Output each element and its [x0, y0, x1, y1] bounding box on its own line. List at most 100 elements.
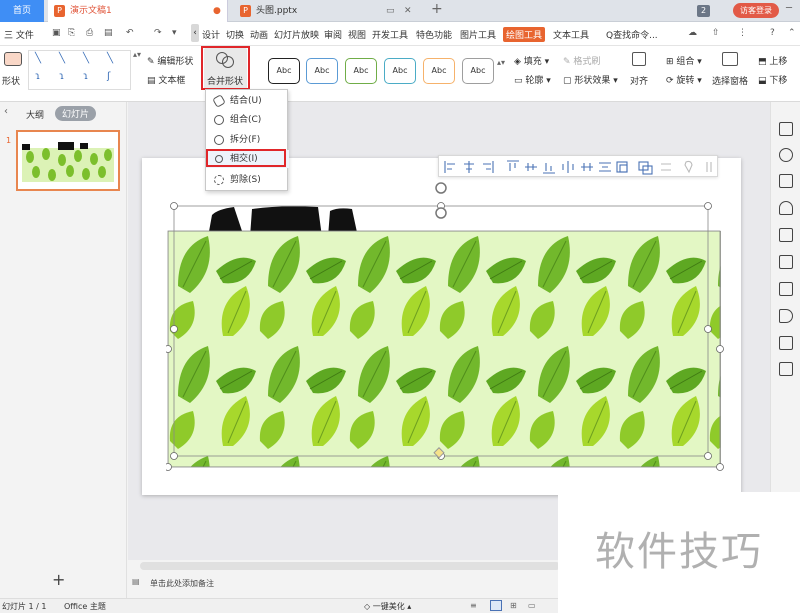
menu-view[interactable]: 视图: [348, 28, 366, 41]
shape-effect-label: 形状效果: [574, 76, 611, 86]
close-icon[interactable]: ✕: [404, 0, 412, 22]
shapes-button[interactable]: 形状: [2, 74, 20, 87]
slide-panel: ‹ 大纲 幻灯片 1 +: [0, 102, 127, 598]
save-icon[interactable]: ▣: [52, 28, 61, 38]
shapes-icon[interactable]: [4, 52, 22, 66]
grid-icon[interactable]: [779, 228, 793, 242]
subtract-icon: [214, 175, 224, 185]
slides-tab[interactable]: 幻灯片: [55, 106, 97, 121]
fragment-label: 拆分(F): [230, 135, 261, 145]
expand-icon[interactable]: ⌃: [788, 28, 796, 38]
align-button[interactable]: 对齐: [630, 74, 648, 87]
window-count-badge[interactable]: 2: [697, 5, 710, 17]
menu-drawing-tools[interactable]: 绘图工具: [503, 27, 546, 42]
align-tool-icons[interactable]: [439, 156, 719, 178]
slide-thumbnail[interactable]: [16, 130, 120, 191]
menu-item-combine[interactable]: 组合(C): [206, 111, 289, 129]
window-close-icon[interactable]: ─: [786, 3, 792, 14]
cloud-icon[interactable]: ☁: [688, 28, 697, 38]
fill-icon[interactable]: [779, 201, 793, 215]
merge-shape-menu: 结合(U) 组合(C) 拆分(F) 相交(I) 剪除(S): [205, 89, 289, 191]
rotate-label: 旋转: [676, 76, 695, 86]
menu-review[interactable]: 审阅: [324, 28, 342, 41]
share-icon[interactable]: ⇧: [712, 28, 720, 38]
properties-icon[interactable]: [779, 122, 793, 136]
horizontal-scrollbar[interactable]: [140, 562, 560, 570]
more-icon[interactable]: ⋮: [738, 28, 747, 38]
chart-icon[interactable]: [779, 336, 793, 350]
rotate-button[interactable]: ⟳ 旋转 ▾: [666, 73, 702, 86]
tab-home[interactable]: 首页: [0, 0, 44, 22]
move-down-button[interactable]: ⬓ 下移: [758, 73, 787, 86]
fill-button[interactable]: ◈ 填充 ▾: [514, 54, 549, 67]
menu-design[interactable]: 设计: [202, 28, 220, 41]
menu-animation[interactable]: 动画: [250, 28, 268, 41]
menu-features[interactable]: 特色功能: [416, 28, 452, 41]
outline-tab[interactable]: 大纲: [26, 108, 44, 121]
selection-pane-icon[interactable]: [722, 52, 738, 66]
guest-login-button[interactable]: 访客登录: [733, 3, 779, 18]
shape-gallery[interactable]: ╲ ╲ ╲ ╲ ɿɿɿʃ: [28, 50, 131, 90]
copy-icon[interactable]: [779, 174, 793, 188]
menu-slideshow[interactable]: 幻灯片放映: [274, 28, 319, 41]
beautify-button[interactable]: ◇ 一键美化 ▴: [364, 601, 411, 612]
tab-pptx[interactable]: P 头图.pptx ▭ ✕: [234, 0, 424, 22]
format-brush-button[interactable]: ✎ 格式刷: [563, 54, 600, 67]
monitor-icon[interactable]: ▭: [386, 0, 395, 22]
menu-item-union[interactable]: 结合(U): [206, 92, 289, 110]
collapse-left-icon[interactable]: ‹: [191, 24, 199, 42]
search-command[interactable]: Q查找命令...: [606, 28, 658, 41]
shape-style-3[interactable]: Abc: [345, 58, 377, 84]
move-up-button[interactable]: ⬒ 上移: [758, 54, 787, 67]
shape-style-5[interactable]: Abc: [423, 58, 455, 84]
highlight-box-intersect: [206, 149, 286, 167]
outline-button[interactable]: ▭ 轮廓 ▾: [514, 73, 551, 86]
notes-toggle-icon[interactable]: ≡: [470, 601, 477, 610]
effects-icon[interactable]: [779, 148, 793, 162]
menu-transition[interactable]: 切换: [226, 28, 244, 41]
audio-icon[interactable]: [779, 309, 793, 323]
align-icon[interactable]: [632, 52, 646, 66]
shape-style-4[interactable]: Abc: [384, 58, 416, 84]
edit-shape-button[interactable]: ✎ 编辑形状: [147, 54, 193, 67]
union-label: 结合(U): [230, 96, 262, 106]
redo-icon[interactable]: ↷: [154, 28, 162, 38]
menu-developer[interactable]: 开发工具: [372, 28, 408, 41]
presentation-file-icon: P: [240, 5, 251, 17]
archive-icon[interactable]: [779, 362, 793, 376]
fragment-icon: [214, 135, 224, 145]
sorter-view-icon[interactable]: ⊞: [510, 601, 517, 610]
tab-document-title: 演示文稿1: [70, 6, 112, 16]
shape-style-1[interactable]: Abc: [268, 58, 300, 84]
shape-effect-button[interactable]: ▢ 形状效果 ▾: [563, 73, 618, 86]
shape-style-6[interactable]: Abc: [462, 58, 494, 84]
subtract-label: 剪除(S): [230, 175, 261, 185]
print-icon[interactable]: ⎙: [86, 28, 93, 38]
style-scroll-icon[interactable]: ▴▾: [497, 58, 505, 67]
normal-view-icon[interactable]: [490, 600, 502, 611]
collapse-panel-icon[interactable]: ‹: [4, 106, 8, 117]
menu-picture-tools[interactable]: 图片工具: [460, 28, 496, 41]
group-button[interactable]: ⊞ 组合 ▾: [666, 54, 702, 67]
new-tab-icon[interactable]: +: [431, 1, 443, 17]
menu-text-tools[interactable]: 文本工具: [553, 28, 589, 41]
gallery-scroll-icon[interactable]: ▴▾: [133, 50, 141, 59]
shape-style-2[interactable]: Abc: [306, 58, 338, 84]
help-icon[interactable]: ?: [770, 28, 775, 38]
menu-item-subtract[interactable]: 剪除(S): [206, 171, 289, 189]
image-icon[interactable]: [779, 255, 793, 269]
selection-handles[interactable]: [166, 180, 726, 472]
tab-bar: 首页 P 演示文稿1 ● P 头图.pptx ▭ ✕ + 2 访客登录 ─: [0, 0, 800, 22]
reading-view-icon[interactable]: ▭: [528, 601, 536, 610]
print-preview-icon[interactable]: ⎘: [68, 28, 75, 38]
menu-file[interactable]: 三 文件: [4, 28, 34, 41]
selection-pane-button[interactable]: 选择窗格: [712, 74, 748, 87]
customize-icon[interactable]: ▾: [172, 28, 177, 38]
undo-icon[interactable]: ↶: [126, 28, 134, 38]
crop-icon[interactable]: [779, 282, 793, 296]
add-slide-button[interactable]: +: [52, 570, 65, 589]
paste-icon[interactable]: ▤: [104, 28, 113, 38]
tab-document[interactable]: P 演示文稿1 ●: [48, 0, 228, 22]
menu-item-fragment[interactable]: 拆分(F): [206, 131, 289, 149]
textbox-button[interactable]: ▤ 文本框: [147, 73, 185, 86]
